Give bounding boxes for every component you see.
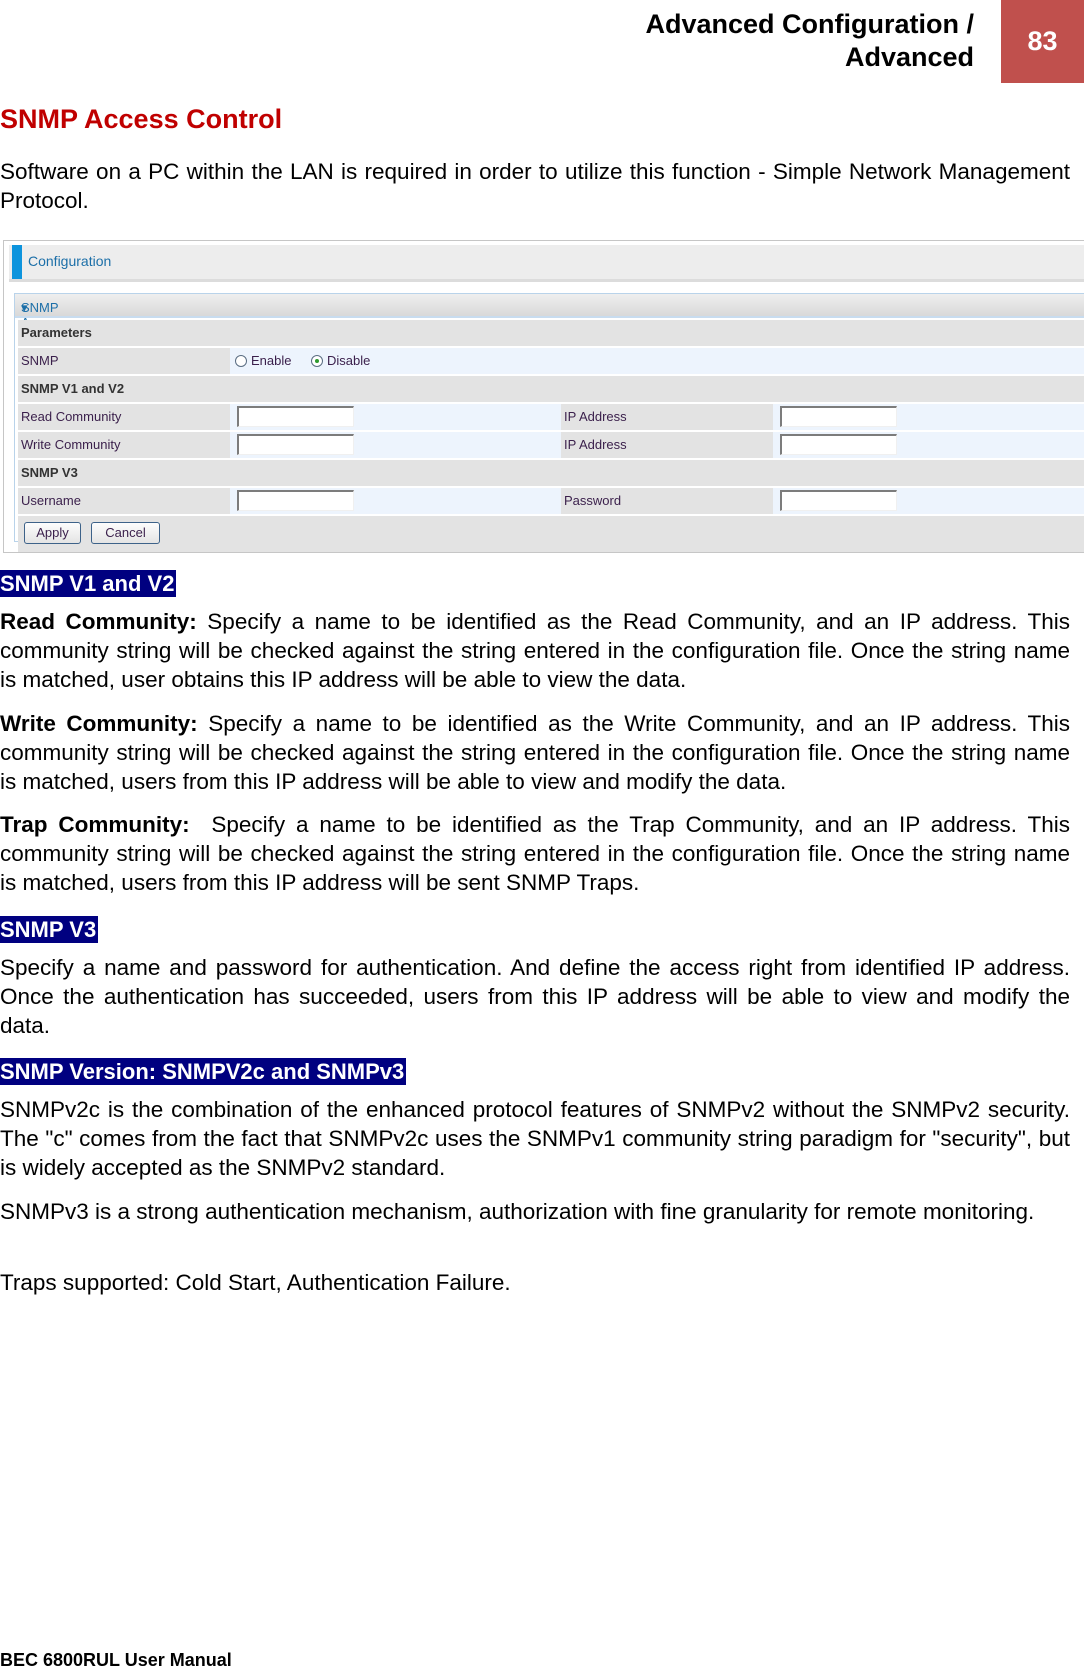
read-ip-address-label: IP Address xyxy=(564,409,627,424)
snmp-disable-radio[interactable] xyxy=(311,355,323,367)
chapter-title-line2: Advanced xyxy=(844,42,974,72)
snmp-enable-radio[interactable] xyxy=(235,355,247,367)
configuration-bar: Configuration xyxy=(9,245,1084,282)
read-community-row: Read Community IP Address xyxy=(18,404,1084,430)
heading-snmp-v3: SNMP V3 xyxy=(0,916,99,943)
write-community-paragraph: Write Community: Specify a name to be id… xyxy=(0,709,1070,796)
write-community-term: Write Community: xyxy=(0,711,198,736)
read-community-label: Read Community xyxy=(21,409,122,424)
configuration-accent xyxy=(12,245,22,279)
username-label: Username xyxy=(21,493,81,508)
button-row: Apply Cancel xyxy=(18,516,1084,552)
snmp-v3-label: SNMP V3 xyxy=(21,465,78,480)
snmp-disable-label[interactable]: Disable xyxy=(327,348,370,374)
cancel-button[interactable]: Cancel xyxy=(91,522,160,544)
snmp-v1v2-group-row: SNMP V1 and V2 xyxy=(18,376,1084,402)
snmp-enable-label[interactable]: Enable xyxy=(251,348,291,374)
password-label: Password xyxy=(564,493,622,508)
read-community-paragraph: Read Community: Specify a name to be ide… xyxy=(0,607,1070,694)
write-ip-address-input[interactable] xyxy=(780,434,897,455)
username-row: Username Password xyxy=(18,488,1084,514)
snmpv3-auth-paragraph: SNMPv3 is a strong authentication mechan… xyxy=(0,1199,1035,1224)
configuration-tab[interactable]: Configuration xyxy=(28,253,111,269)
trap-community-paragraph: Trap Community: Specify a name to be ide… xyxy=(0,810,1070,897)
intro-paragraph: Software on a PC within the LAN is requi… xyxy=(0,159,1070,213)
username-input[interactable] xyxy=(237,490,354,511)
password-input[interactable] xyxy=(780,490,897,511)
heading-snmp-v1-v2: SNMP V1 and V2 xyxy=(0,570,177,597)
write-community-input[interactable] xyxy=(237,434,354,455)
config-screenshot: Configuration ▾ SNMP Access Control Para… xyxy=(3,240,1084,553)
snmp-v1v2-label: SNMP V1 and V2 xyxy=(21,381,125,396)
snmp-access-control-panel: ▾ SNMP Access Control Parameters SNMP En… xyxy=(14,293,1084,552)
snmp-row: SNMP Enable Disable xyxy=(18,348,1084,374)
write-ip-address-label: IP Address xyxy=(564,437,627,452)
snmp-v3-paragraph: Specify a name and password for authenti… xyxy=(0,955,1070,1038)
heading-snmp-version: SNMP Version: SNMPV2c and SNMPv3 xyxy=(0,1058,407,1085)
chapter-title-line1: Advanced Configuration / xyxy=(645,9,974,39)
snmp-label: SNMP xyxy=(21,353,59,368)
apply-button[interactable]: Apply xyxy=(24,522,81,544)
parameters-group-row: Parameters xyxy=(18,320,1084,346)
page-number: 83 xyxy=(1001,0,1084,83)
snmpv2c-paragraph: SNMPv2c is the combination of the enhanc… xyxy=(0,1097,1070,1180)
read-community-input[interactable] xyxy=(237,406,354,427)
section-title: SNMP Access Control xyxy=(0,104,283,134)
trap-community-term: Trap Community: xyxy=(0,812,190,837)
read-community-term: Read Community: xyxy=(0,609,197,634)
write-community-row: Write Community IP Address xyxy=(18,432,1084,458)
panel-header[interactable]: ▾ SNMP Access Control xyxy=(15,294,1084,345)
read-ip-address-input[interactable] xyxy=(780,406,897,427)
footer-manual-title: BEC 6800RUL User Manual xyxy=(0,1650,232,1670)
snmp-v3-group-row: SNMP V3 xyxy=(18,460,1084,486)
chapter-title: Advanced Configuration / Advanced xyxy=(645,8,974,74)
traps-paragraph: Traps supported: Cold Start, Authenticat… xyxy=(0,1270,511,1295)
write-community-label: Write Community xyxy=(21,437,121,452)
parameters-label: Parameters xyxy=(21,325,92,340)
